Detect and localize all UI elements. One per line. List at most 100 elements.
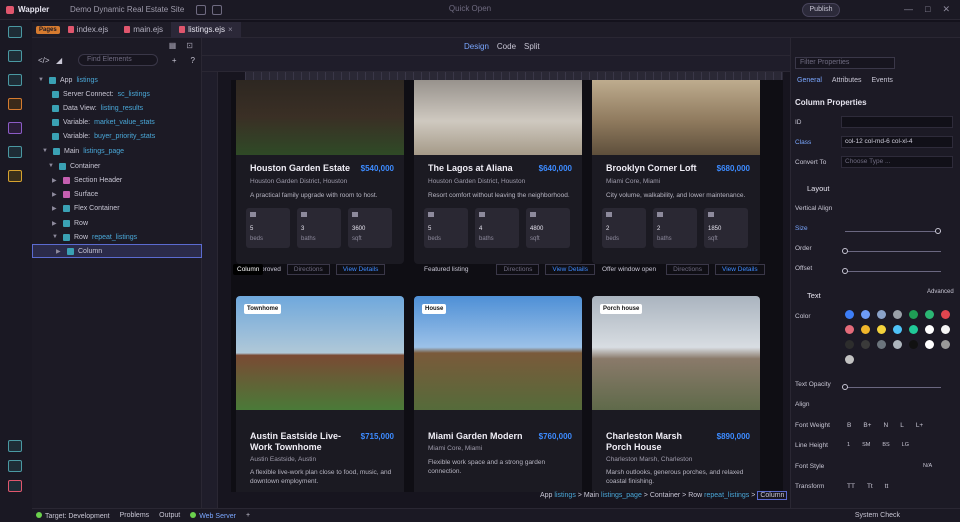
code-icon[interactable]: </>: [38, 56, 50, 65]
view-details-button[interactable]: View Details: [335, 263, 386, 275]
target-selector[interactable]: Target: Development: [36, 511, 110, 520]
color-swatch[interactable]: [925, 310, 934, 319]
tree-node[interactable]: ▼ Main listings_page: [42, 144, 124, 158]
tree-node[interactable]: ▼ Row repeat_listings: [52, 230, 137, 244]
color-swatch[interactable]: [845, 355, 854, 364]
tree-node[interactable]: ▼ Container: [48, 159, 100, 173]
web-server-tab[interactable]: Web Server: [190, 511, 236, 520]
color-swatch[interactable]: [845, 340, 854, 349]
crumb-row[interactable]: Row: [688, 492, 702, 499]
opacity-slider[interactable]: [842, 384, 941, 390]
tab-events[interactable]: Events: [871, 77, 892, 84]
crumb-container[interactable]: Container: [650, 492, 680, 499]
view-details-button[interactable]: View Details: [715, 263, 765, 275]
tab-design[interactable]: Design: [464, 42, 489, 51]
directions-button[interactable]: Directions: [496, 263, 540, 275]
color-swatch[interactable]: [861, 310, 870, 319]
color-swatch[interactable]: [941, 325, 950, 334]
bug-icon[interactable]: [212, 4, 222, 15]
listing-card[interactable]: Porch house Charleston Marsh Porch House…: [592, 296, 760, 492]
order-slider[interactable]: [842, 248, 941, 254]
output-tab[interactable]: Output: [159, 512, 180, 519]
color-swatch[interactable]: [893, 340, 902, 349]
offset-slider[interactable]: [842, 268, 941, 274]
font-style-na[interactable]: N/A: [923, 463, 932, 469]
close-tab-icon[interactable]: ×: [228, 22, 233, 38]
help-icon[interactable]: ?: [191, 56, 195, 65]
tree-node[interactable]: Variable: market_value_stats: [52, 115, 155, 129]
problems-tab[interactable]: Problems: [120, 512, 150, 519]
layout-section[interactable]: Layout: [807, 184, 830, 193]
system-check-button[interactable]: System Check: [855, 512, 900, 519]
maximize-icon[interactable]: □: [925, 4, 930, 15]
bot-icon[interactable]: [8, 170, 22, 182]
class-input[interactable]: col-12 col-md-6 col-xl-4: [841, 136, 953, 148]
tree-node[interactable]: ▶ Flex Container: [52, 201, 120, 215]
color-swatch[interactable]: [941, 340, 950, 349]
pages-icon[interactable]: [8, 26, 22, 38]
add-icon[interactable]: +: [246, 512, 250, 519]
color-swatch[interactable]: [877, 325, 886, 334]
id-input[interactable]: [841, 116, 953, 128]
tab-code[interactable]: Code: [497, 42, 516, 51]
color-swatch[interactable]: [845, 310, 854, 319]
database-icon[interactable]: [8, 122, 22, 134]
crumb-app[interactable]: App: [540, 492, 552, 499]
share-icon[interactable]: ⊡: [186, 41, 193, 50]
quick-open-input[interactable]: Quick Open: [390, 4, 550, 16]
publish-button[interactable]: Publish: [802, 3, 840, 17]
minimize-icon[interactable]: —: [904, 4, 913, 15]
color-swatch[interactable]: [877, 310, 886, 319]
tree-node[interactable]: ▼ App listings: [38, 73, 98, 87]
listing-card[interactable]: House Miami Garden Modern $760,000 Miami…: [414, 296, 582, 492]
extensions-icon[interactable]: [8, 440, 22, 452]
tab-main[interactable]: main.ejs: [116, 22, 171, 38]
filter-properties-input[interactable]: Filter Properties: [795, 57, 895, 69]
color-swatch[interactable]: [909, 340, 918, 349]
view-details-button[interactable]: View Details: [545, 263, 596, 275]
tree-node[interactable]: ▶ Surface: [52, 187, 98, 201]
color-swatch[interactable]: [925, 340, 934, 349]
tab-split[interactable]: Split: [524, 42, 540, 51]
convert-select[interactable]: Choose Type ...: [841, 156, 953, 168]
pages-badge[interactable]: Pages: [36, 25, 60, 34]
server-connect-icon[interactable]: [8, 50, 22, 62]
directions-button[interactable]: Directions: [286, 263, 330, 275]
components-icon[interactable]: ▦: [169, 41, 177, 50]
color-swatch[interactable]: [893, 310, 902, 319]
tab-attributes[interactable]: Attributes: [832, 77, 862, 84]
filter-icon[interactable]: ◢: [56, 56, 62, 65]
tree-node[interactable]: Server Connect: sc_listings: [52, 87, 150, 101]
tab-index[interactable]: index.ejs: [60, 22, 117, 38]
tree-node[interactable]: Data View: listing_results: [52, 101, 143, 115]
crumb-column[interactable]: Column: [757, 491, 788, 500]
color-swatch[interactable]: [877, 340, 886, 349]
close-icon[interactable]: ✕: [942, 4, 950, 15]
gear-icon[interactable]: [196, 4, 206, 15]
color-swatch[interactable]: [893, 325, 902, 334]
crumb-main[interactable]: Main: [584, 492, 599, 499]
tree-node[interactable]: ▶ Section Header: [52, 173, 122, 187]
settings-icon[interactable]: [8, 460, 22, 472]
listing-card[interactable]: Townhome Austin Eastside Live-Work Townh…: [236, 296, 404, 492]
api-icon[interactable]: [8, 98, 22, 110]
color-swatch[interactable]: [909, 310, 918, 319]
listing-card[interactable]: Houston Garden Estate $540,000 Houston G…: [236, 80, 404, 264]
tree-node[interactable]: ▶ Column: [56, 244, 102, 258]
color-swatch[interactable]: [845, 325, 854, 334]
tree-node[interactable]: ▶ Row: [52, 216, 88, 230]
text-section[interactable]: Text: [807, 291, 821, 300]
find-elements-input[interactable]: Find Elements: [78, 54, 158, 66]
transform-options[interactable]: TT Tt tt: [847, 483, 888, 490]
workflows-icon[interactable]: [8, 74, 22, 86]
listing-card[interactable]: Brooklyn Corner Loft $680,000 Miami Core…: [592, 80, 760, 264]
listing-card[interactable]: The Lagos at Aliana $640,000 Houston Gar…: [414, 80, 582, 264]
tree-node[interactable]: Variable: buyer_priority_stats: [52, 129, 155, 143]
color-swatch[interactable]: [925, 325, 934, 334]
advanced-toggle[interactable]: Advanced: [927, 289, 954, 295]
size-slider[interactable]: [845, 228, 941, 234]
color-swatch[interactable]: [861, 325, 870, 334]
notifications-icon[interactable]: [8, 480, 22, 492]
font-weight-options[interactable]: B B+ N L L+: [847, 422, 923, 429]
add-icon[interactable]: +: [172, 56, 177, 65]
